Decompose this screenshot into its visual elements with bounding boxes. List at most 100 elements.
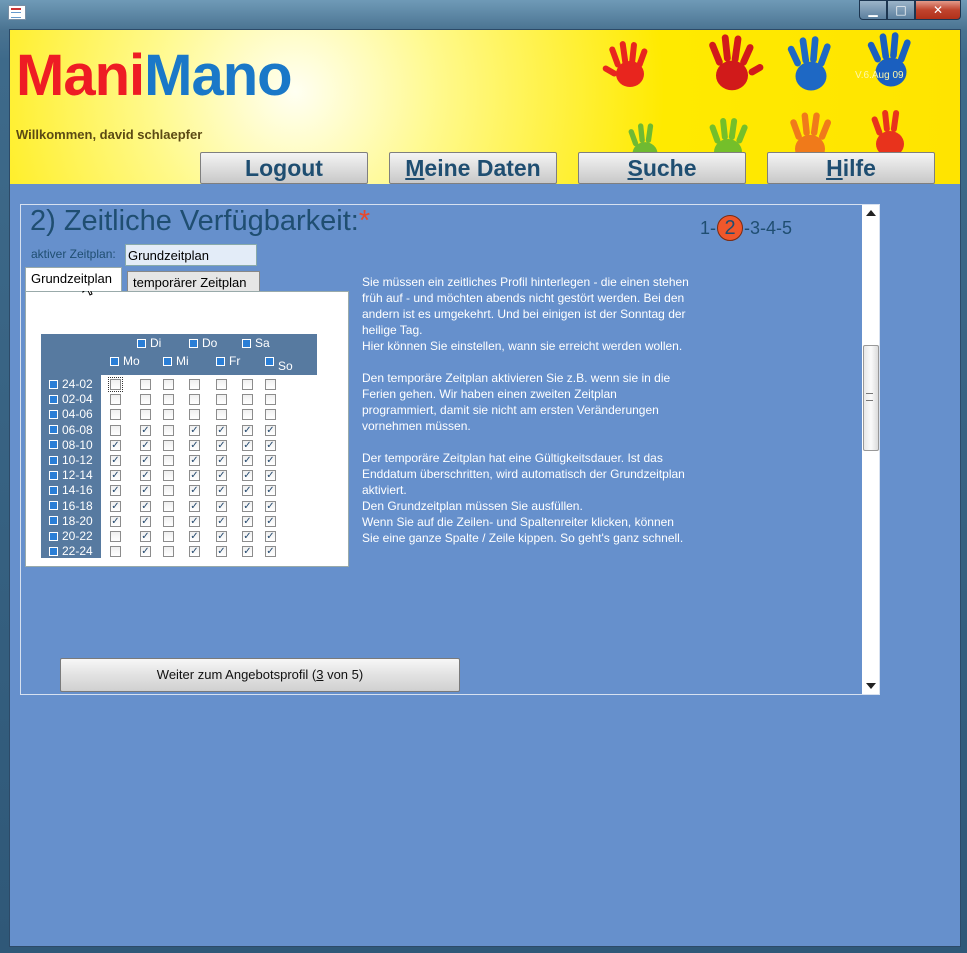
schedule-checkbox[interactable]: ✓	[140, 439, 151, 451]
schedule-checkbox[interactable]: ✓	[189, 515, 200, 527]
schedule-checkbox[interactable]	[189, 394, 200, 406]
schedule-checkbox[interactable]: ✓	[216, 424, 227, 436]
schedule-checkbox[interactable]	[163, 546, 174, 558]
schedule-checkbox[interactable]	[163, 500, 174, 512]
timeslot-row-header[interactable]: 06-08	[49, 423, 93, 437]
day-header-sa[interactable]: Sa	[242, 336, 270, 350]
timeslot-row-header[interactable]: 12-14	[49, 468, 93, 482]
schedule-checkbox[interactable]: ✓	[189, 455, 200, 466]
schedule-checkbox[interactable]: ✓	[140, 485, 151, 497]
form-icon[interactable]	[8, 5, 26, 20]
scroll-down-arrow-icon[interactable]	[866, 683, 876, 689]
schedule-checkbox[interactable]	[110, 394, 121, 406]
schedule-checkbox[interactable]	[216, 394, 227, 406]
timeslot-row-header[interactable]: 22-24	[49, 544, 93, 558]
schedule-checkbox[interactable]: ✓	[110, 485, 121, 497]
schedule-checkbox[interactable]	[163, 485, 174, 497]
schedule-checkbox[interactable]: ✓	[216, 470, 227, 482]
meine-daten-button[interactable]: Meine Daten	[389, 152, 557, 184]
schedule-checkbox[interactable]: ✓	[216, 485, 227, 497]
schedule-checkbox[interactable]	[140, 394, 151, 406]
schedule-checkbox[interactable]: ✓	[189, 546, 200, 558]
schedule-checkbox[interactable]: ✓	[110, 515, 121, 527]
schedule-checkbox[interactable]: ✓	[189, 424, 200, 436]
weiter-angebotsprofil-button[interactable]: Weiter zum Angebotsprofil (3 von 5)	[60, 658, 460, 692]
schedule-checkbox[interactable]: ✓	[189, 531, 200, 542]
schedule-checkbox[interactable]: ✓	[216, 455, 227, 466]
schedule-checkbox[interactable]: ✓	[110, 500, 121, 512]
schedule-checkbox[interactable]	[163, 455, 174, 466]
schedule-checkbox[interactable]	[242, 394, 253, 406]
timeslot-row-header[interactable]: 20-22	[49, 529, 93, 543]
schedule-checkbox[interactable]: ✓	[242, 470, 253, 482]
schedule-checkbox[interactable]	[140, 379, 151, 390]
schedule-checkbox[interactable]: ✓	[265, 424, 276, 436]
schedule-checkbox[interactable]: ✓	[265, 470, 276, 482]
schedule-checkbox[interactable]: ✓	[216, 500, 227, 512]
schedule-checkbox[interactable]: ✓	[242, 455, 253, 466]
schedule-checkbox[interactable]	[163, 379, 174, 390]
vertical-scrollbar[interactable]	[862, 205, 879, 694]
schedule-checkbox[interactable]	[163, 515, 174, 527]
scroll-up-arrow-icon[interactable]	[866, 210, 876, 216]
logout-button[interactable]: Logout	[200, 152, 368, 184]
schedule-checkbox[interactable]: ✓	[242, 531, 253, 542]
schedule-checkbox[interactable]: ✓	[242, 439, 253, 451]
schedule-checkbox[interactable]: ✓	[242, 515, 253, 527]
schedule-checkbox[interactable]	[110, 531, 121, 542]
day-header-mi[interactable]: Mi	[163, 354, 189, 368]
schedule-checkbox[interactable]: ✓	[265, 515, 276, 527]
schedule-checkbox[interactable]	[242, 409, 253, 421]
schedule-checkbox[interactable]	[108, 377, 123, 392]
schedule-checkbox[interactable]: ✓	[189, 485, 200, 497]
schedule-checkbox[interactable]	[216, 379, 227, 390]
day-header-di[interactable]: Di	[137, 336, 161, 350]
schedule-checkbox[interactable]: ✓	[140, 515, 151, 527]
schedule-checkbox[interactable]: ✓	[216, 439, 227, 451]
schedule-checkbox[interactable]: ✓	[242, 424, 253, 436]
schedule-checkbox[interactable]	[242, 379, 253, 390]
timeslot-row-header[interactable]: 08-10	[49, 438, 93, 452]
schedule-checkbox[interactable]	[163, 409, 174, 421]
schedule-checkbox[interactable]: ✓	[242, 500, 253, 512]
aktiver-zeitplan-field[interactable]: Grundzeitplan	[125, 244, 257, 266]
schedule-checkbox[interactable]	[163, 531, 174, 542]
schedule-checkbox[interactable]: ✓	[189, 470, 200, 482]
minimize-button[interactable]: ▁	[859, 0, 887, 20]
schedule-checkbox[interactable]: ✓	[265, 439, 276, 451]
schedule-checkbox[interactable]	[110, 424, 121, 436]
schedule-checkbox[interactable]: ✓	[216, 546, 227, 558]
schedule-checkbox[interactable]: ✓	[265, 500, 276, 512]
maximize-button[interactable]: □	[887, 0, 915, 20]
schedule-checkbox[interactable]	[265, 409, 276, 421]
timeslot-row-header[interactable]: 02-04	[49, 392, 93, 406]
schedule-checkbox[interactable]	[110, 409, 121, 421]
timeslot-row-header[interactable]: 18-20	[49, 514, 93, 528]
schedule-checkbox[interactable]: ✓	[140, 531, 151, 542]
hilfe-button[interactable]: Hilfe	[767, 152, 935, 184]
schedule-checkbox[interactable]: ✓	[265, 546, 276, 558]
schedule-checkbox[interactable]: ✓	[189, 439, 200, 451]
schedule-checkbox[interactable]	[216, 409, 227, 421]
timeslot-row-header[interactable]: 10-12	[49, 453, 93, 467]
schedule-checkbox[interactable]: ✓	[140, 455, 151, 466]
timeslot-row-header[interactable]: 04-06	[49, 407, 93, 421]
schedule-checkbox[interactable]: ✓	[265, 531, 276, 542]
schedule-checkbox[interactable]: ✓	[242, 546, 253, 558]
schedule-checkbox[interactable]: ✓	[216, 531, 227, 542]
schedule-checkbox[interactable]: ✓	[110, 470, 121, 482]
schedule-checkbox[interactable]	[189, 379, 200, 390]
timeslot-row-header[interactable]: 24-02	[49, 377, 93, 391]
schedule-checkbox[interactable]	[163, 439, 174, 451]
schedule-checkbox[interactable]	[163, 394, 174, 406]
timeslot-row-header[interactable]: 14-16	[49, 483, 93, 497]
day-header-fr[interactable]: Fr	[216, 354, 240, 368]
schedule-checkbox[interactable]	[265, 379, 276, 390]
close-button[interactable]: ✕	[915, 0, 961, 20]
schedule-checkbox[interactable]: ✓	[265, 455, 276, 466]
day-header-so[interactable]: So	[265, 354, 293, 373]
day-header-do[interactable]: Do	[189, 336, 217, 350]
schedule-checkbox[interactable]: ✓	[140, 500, 151, 512]
schedule-checkbox[interactable]: ✓	[242, 485, 253, 497]
schedule-checkbox[interactable]: ✓	[216, 515, 227, 527]
